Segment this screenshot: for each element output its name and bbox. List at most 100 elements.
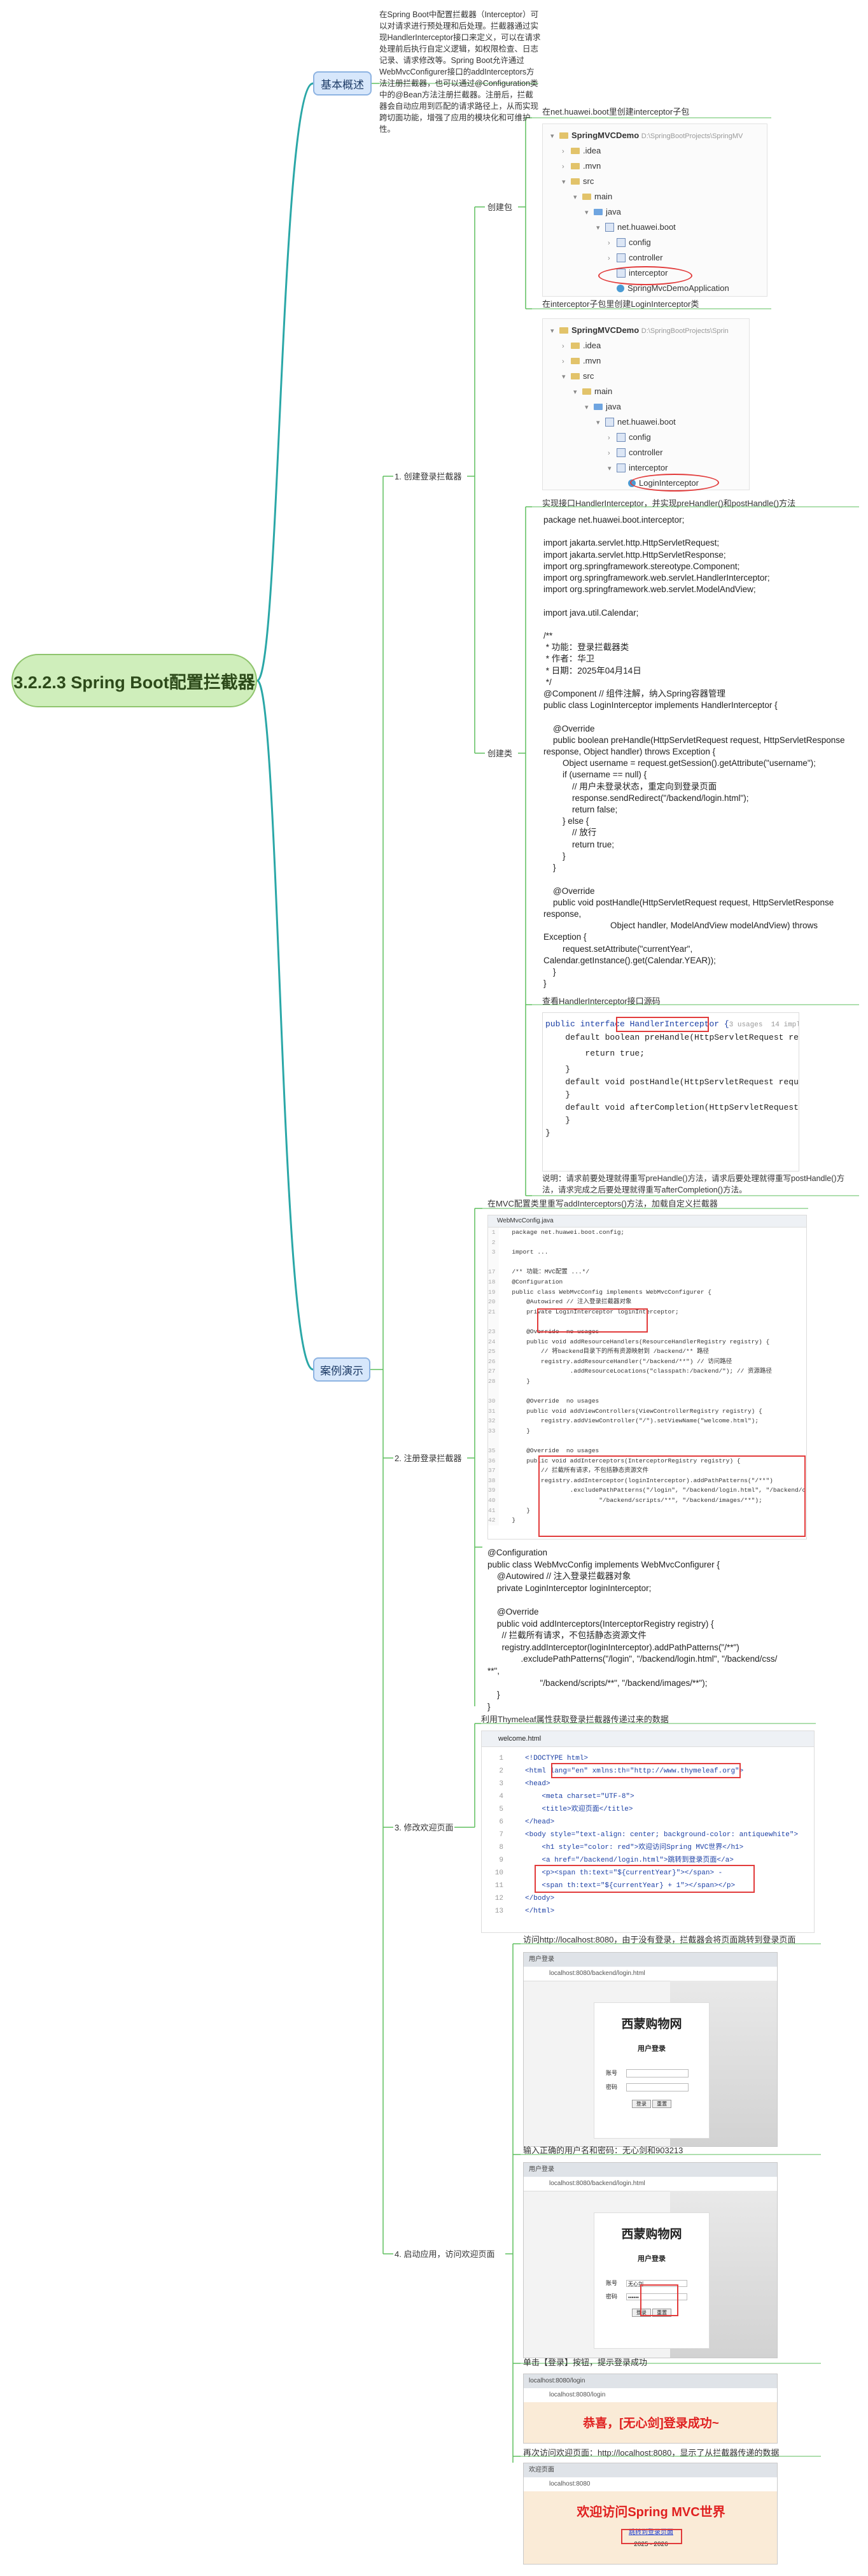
code-line: }: [512, 1427, 530, 1434]
editor-tab[interactable]: welcome.html: [482, 1731, 814, 1747]
code-line: 3: [491, 1249, 496, 1256]
browser-login: 用户登录 localhost:8080/backend/login.html 西…: [523, 1952, 778, 2147]
highlight-ellipse: [598, 266, 692, 285]
line-number: 4: [499, 1793, 503, 1801]
tree-row[interactable]: › .idea: [548, 143, 767, 159]
welcome-ide: welcome.html 1 2 3 4 5 6 7 8 9 10 11 12 13 <!DOCTYPE…: [481, 1730, 815, 1933]
browser-tab[interactable]: 用户登录: [524, 2163, 777, 2177]
tree-row[interactable]: › controller: [548, 445, 749, 460]
create-package-label[interactable]: 创建包: [487, 201, 512, 213]
address-bar[interactable]: localhost:8080/login: [524, 2388, 777, 2403]
iface-line: default void postHandle(HttpServletReque…: [545, 1077, 799, 1087]
step4-title4: 再次访问欢迎页面：http://localhost:8080，显示了从拦截器传递…: [523, 2448, 780, 2458]
tree-row[interactable]: ▾ net.huawei.boot: [548, 414, 749, 430]
code-line: 36: [488, 1457, 496, 1464]
code-line: 33: [488, 1427, 496, 1434]
password-input[interactable]: [626, 2083, 689, 2092]
topic-demo[interactable]: 案例演示: [313, 1357, 370, 1382]
step4-label[interactable]: 4. 启动应用，访问欢迎页面: [395, 2247, 494, 2260]
browser-tab[interactable]: localhost:8080/login: [524, 2374, 777, 2388]
code-line: @Override no usages: [512, 1398, 599, 1405]
code-line: 28: [488, 1377, 496, 1385]
project-tree-2: ▾ SpringMVCDemo D:\SpringBootProjects\Spr…: [542, 318, 750, 490]
code-line: 35: [488, 1447, 496, 1455]
tree-row[interactable]: › controller: [548, 250, 767, 265]
code-line: public class WebMvcConfig implements Web…: [512, 1288, 711, 1296]
tree-row[interactable]: › .mvn: [548, 353, 749, 369]
step4-title1: 访问http://localhost:8080，由于没有登录，拦截器会将页面跳转…: [523, 1935, 796, 1944]
overview-text: 在Spring Boot中配置拦截器（Interceptor）可以对请求进行预处…: [379, 10, 541, 134]
step4-title2: 输入正确的用户名和密码：无心剑和903213: [523, 2146, 683, 2155]
step4-title3: 单击【登录】按钮，提示登录成功: [523, 2358, 648, 2367]
code-line: 19: [488, 1288, 496, 1296]
step3-label[interactable]: 3. 修改欢迎页面: [395, 1821, 453, 1833]
webmvc-code-text: @Configuration public class WebMvcConfig…: [487, 1547, 812, 1711]
tree-row[interactable]: ▾ java: [548, 204, 767, 220]
tree-row[interactable]: ▾ interceptor: [548, 460, 749, 476]
welcome-page: 欢迎访问Spring MVC世界 跳转到登录页面 2025 - 2026: [524, 2491, 777, 2564]
line-number: 6: [499, 1818, 503, 1826]
username-input[interactable]: [626, 2069, 689, 2078]
editor-tab[interactable]: WebMvcConfig.java: [488, 1215, 806, 1228]
tree-row[interactable]: ▾ src: [548, 369, 749, 384]
code-line: 20: [488, 1298, 496, 1306]
tree-row[interactable]: ▾ src: [548, 174, 767, 189]
code-line: import ...: [512, 1249, 549, 1256]
code-line: 37: [488, 1467, 496, 1475]
tree-row[interactable]: › .mvn: [548, 159, 767, 174]
line-numbers: 123 17 18 19 20 21 23 24 25 26 27 28 30 31 32 33 35 3…: [488, 1228, 500, 1525]
address-bar[interactable]: localhost:8080/backend/login.html: [524, 2177, 777, 2191]
success-message: 恭喜，[无心剑]登录成功~: [583, 2417, 719, 2430]
code-line: <title>欢迎页面</title>: [525, 1806, 633, 1813]
address-bar[interactable]: localhost:8080: [524, 2477, 777, 2492]
line-number: 8: [499, 1844, 503, 1851]
code-line: </html>: [525, 1907, 555, 1915]
browser-tab[interactable]: 欢迎页面: [524, 2463, 777, 2477]
address-bar[interactable]: localhost:8080/backend/login.html: [524, 1967, 777, 1981]
highlight-box: [616, 1017, 709, 1032]
tree-row[interactable]: › config: [548, 430, 749, 445]
code-line: 21: [488, 1308, 496, 1315]
tree-row[interactable]: ▾ SpringMVCDemo D:\SpringBootProjects\Spr…: [548, 323, 749, 338]
highlight-ellipse: [630, 474, 719, 492]
tree-row[interactable]: ▾ java: [548, 399, 749, 414]
login-button[interactable]: 登录: [631, 2100, 651, 2109]
line-number: 5: [499, 1806, 503, 1813]
line-number: 1: [499, 1755, 503, 1762]
login-panel: 西蒙购物网 用户登录 账号 密码 登录 重置: [594, 2002, 710, 2139]
browser-tab[interactable]: 用户登录: [524, 1953, 777, 1967]
reset-button[interactable]: 重置: [652, 2100, 672, 2109]
create-class-label[interactable]: 创建类: [487, 747, 512, 759]
code-line: @Override no usages: [512, 1447, 599, 1455]
code-line: 38: [488, 1476, 496, 1484]
tree-row[interactable]: › .idea: [548, 338, 749, 353]
pkg-title: 在net.huawei.boot里创建interceptor子包: [542, 107, 690, 117]
iface-code-view: public interface HandlerInterceptor {3 u…: [542, 1012, 799, 1171]
code-line: 40: [488, 1497, 496, 1504]
tree-row[interactable]: ▾ SpringMVCDemo D:\SpringBootProjects\Spr…: [548, 128, 767, 143]
iface-line: }: [545, 1128, 550, 1138]
code-line: 30: [488, 1398, 496, 1405]
step1-label[interactable]: 1. 创建登录拦截器: [395, 470, 461, 482]
line-number: 3: [499, 1780, 503, 1788]
code-line: 17: [488, 1268, 496, 1276]
login-heading: 用户登录: [638, 2045, 666, 2053]
highlight-box: [640, 2284, 678, 2316]
code-line: </body>: [525, 1895, 555, 1902]
topic-overview[interactable]: 基本概述: [313, 71, 372, 96]
tree-row[interactable]: › config: [548, 235, 767, 250]
code-line: 32: [488, 1417, 496, 1425]
code-line: @Autowired // 注入登录拦截器对象: [512, 1298, 632, 1306]
login-panel: 西蒙购物网 用户登录 账号 无心剑 密码 •••••• 登录 重置: [594, 2212, 710, 2349]
step2-label[interactable]: 2. 注册登录拦截器: [395, 1452, 461, 1464]
success-page: 恭喜，[无心剑]登录成功~: [524, 2402, 777, 2443]
tree-row[interactable]: ▾ main: [548, 384, 749, 399]
code-line: 2: [491, 1238, 496, 1246]
tree-row[interactable]: ▾ main: [548, 189, 767, 204]
root-topic[interactable]: 3.2.2.3 Spring Boot配置拦截器: [11, 654, 257, 707]
tree-row[interactable]: ▾ net.huawei.boot: [548, 220, 767, 235]
